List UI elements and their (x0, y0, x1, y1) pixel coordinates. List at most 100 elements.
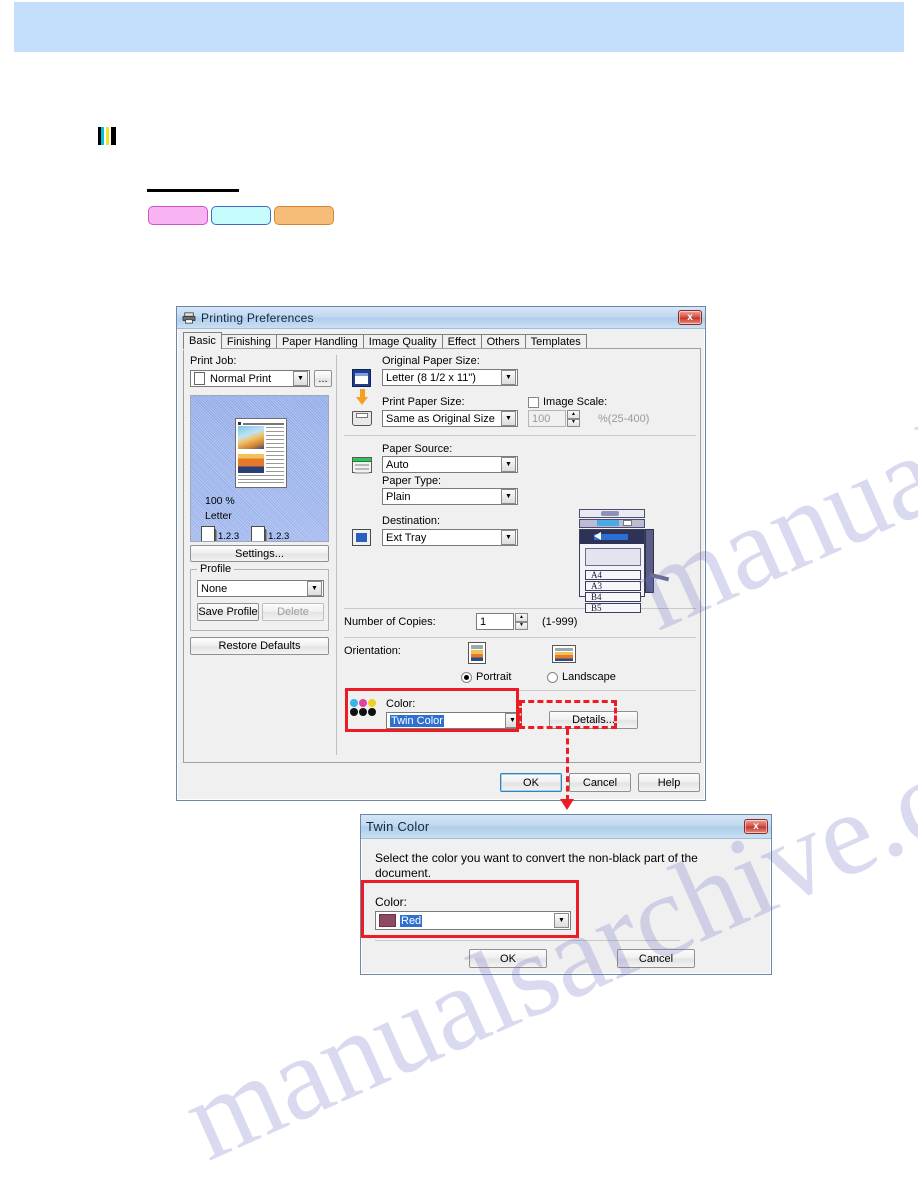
radio-icon[interactable] (547, 671, 558, 683)
twin-color-title: Twin Color (366, 819, 430, 834)
paper-source-icon (352, 457, 372, 474)
color-label: Color: (386, 698, 416, 710)
chevron-down-icon[interactable]: ▼ (554, 913, 569, 928)
preview-paper-value: Letter (205, 510, 232, 522)
tray-a3: A3 (585, 581, 641, 591)
tab-paper-handling[interactable]: Paper Handling (275, 334, 364, 349)
orientation-portrait-radio[interactable]: Portrait (461, 671, 511, 683)
twin-color-color-label: Color: (375, 895, 408, 909)
tab-image-quality[interactable]: Image Quality (362, 334, 443, 349)
number-of-copies-spinner[interactable]: 1 ▲ ▼ (476, 613, 528, 630)
print-job-more-button[interactable]: ... (314, 370, 332, 387)
chevron-down-icon[interactable]: ▼ (501, 489, 516, 504)
ok-button[interactable]: OK (500, 773, 562, 792)
print-paper-size-icon (352, 411, 372, 426)
number-of-copies-range: (1-999) (542, 616, 578, 628)
chevron-down-icon[interactable]: ▼ (293, 371, 308, 386)
color-combo[interactable]: Twin Color ▼ (386, 712, 522, 729)
checkbox-icon[interactable] (528, 396, 539, 408)
tabstrip: Basic Finishing Paper Handling Image Qua… (183, 332, 587, 349)
chevron-down-icon[interactable]: ▼ (501, 530, 516, 545)
number-of-copies-value[interactable]: 1 (476, 613, 514, 630)
tab-basic[interactable]: Basic (183, 332, 222, 349)
close-icon[interactable]: x (744, 819, 768, 834)
paper-source-value: Auto (386, 458, 409, 471)
print-job-combo[interactable]: Normal Print ▼ (190, 370, 310, 387)
printing-preferences-title: Printing Preferences (201, 310, 314, 325)
tray-b5: B5 (585, 603, 641, 613)
portrait-icon (468, 642, 486, 664)
profile-combo[interactable]: None ▼ (197, 580, 324, 597)
image-scale-spinner[interactable]: 100 ▲ ▼ (528, 410, 580, 427)
paper-source-label: Paper Source: (382, 443, 453, 455)
pill-cyan (211, 206, 271, 225)
settings-button[interactable]: Settings... (190, 545, 329, 562)
divider (344, 637, 696, 638)
page-icon (251, 526, 266, 541)
cmyk-dots-icon (350, 699, 384, 721)
print-paper-size-combo[interactable]: Same as Original Size ▼ (382, 410, 518, 427)
preview-zoom-value: 100 % (205, 495, 235, 507)
twin-color-color-value: Red (400, 914, 423, 927)
tab-others[interactable]: Others (480, 334, 526, 349)
divider (344, 435, 696, 436)
color-details-button[interactable]: Details... (549, 711, 638, 729)
chevron-down-icon[interactable]: ▼ (307, 581, 322, 596)
chevron-down-icon[interactable]: ▼ (501, 457, 516, 472)
tab-effect[interactable]: Effect (441, 334, 482, 349)
print-job-value: Normal Print (210, 372, 272, 385)
radio-icon[interactable] (461, 671, 472, 683)
copies-updown[interactable]: ▲ ▼ (515, 613, 528, 630)
print-preview-pane: 100 % Letter 1.2.3 1.2.3 (190, 395, 329, 542)
twin-color-cancel-button[interactable]: Cancel (617, 949, 695, 968)
restore-defaults-button[interactable]: Restore Defaults (190, 637, 329, 655)
paper-type-value: Plain (386, 490, 411, 503)
image-scale-value[interactable]: 100 (528, 410, 566, 427)
twin-color-description: Select the color you want to convert the… (375, 851, 698, 880)
divider (344, 608, 696, 609)
twin-color-dialog: Twin Color x Select the color you want t… (360, 814, 772, 975)
save-profile-button[interactable]: Save Profile (197, 603, 259, 621)
profile-value: None (201, 582, 228, 595)
paper-source-combo[interactable]: Auto ▼ (382, 456, 518, 473)
page-icon (201, 526, 215, 541)
preview-order-left: 1.2.3 (218, 531, 240, 542)
image-scale-checkbox[interactable]: Image Scale: (528, 396, 607, 408)
original-paper-size-combo[interactable]: Letter (8 1/2 x 11") ▼ (382, 369, 518, 386)
chevron-down-icon[interactable]: ▼ (501, 411, 516, 426)
help-button[interactable]: Help (638, 773, 700, 792)
section-rule (147, 189, 239, 192)
image-scale-label: Image Scale: (543, 396, 608, 408)
paper-type-combo[interactable]: Plain ▼ (382, 488, 518, 505)
number-of-copies-label: Number of Copies: (344, 616, 436, 628)
tray-b4: B4 (585, 592, 641, 602)
orientation-label: Orientation: (344, 645, 401, 657)
image-scale-updown[interactable]: ▲ ▼ (567, 410, 580, 427)
twin-color-titlebar: Twin Color x (361, 815, 771, 839)
close-icon[interactable]: x (678, 310, 702, 325)
mfp-printer-illustration: A4 A3 B4 B5 (573, 509, 670, 613)
delete-profile-button: Delete (262, 603, 324, 621)
document-icon (194, 372, 205, 385)
profile-group-label: Profile (197, 563, 235, 575)
column-divider (336, 355, 337, 755)
twin-color-color-combo[interactable]: Red ▼ (375, 911, 571, 930)
destination-combo[interactable]: Ext Tray ▼ (382, 529, 518, 546)
color-value: Twin Color (390, 714, 444, 727)
preview-order-right: 1.2.3 (268, 531, 290, 542)
cancel-button[interactable]: Cancel (569, 773, 631, 792)
chevron-down-icon[interactable]: ▼ (505, 713, 520, 728)
pill-badge-row (148, 206, 334, 225)
preview-page-order: 1.2.3 1.2.3 (201, 526, 290, 542)
landscape-icon (552, 645, 576, 663)
paper-type-label: Paper Type: (382, 475, 442, 487)
tab-templates[interactable]: Templates (524, 334, 587, 349)
print-paper-size-label: Print Paper Size: (382, 396, 465, 408)
orientation-landscape-radio[interactable]: Landscape (547, 671, 616, 683)
destination-value: Ext Tray (386, 531, 427, 544)
original-paper-size-icon (352, 369, 371, 387)
chevron-down-icon[interactable]: ▼ (501, 370, 516, 385)
cmyk-color-bar-icon (98, 127, 116, 145)
tab-finishing[interactable]: Finishing (220, 334, 277, 349)
twin-color-ok-button[interactable]: OK (469, 949, 547, 968)
